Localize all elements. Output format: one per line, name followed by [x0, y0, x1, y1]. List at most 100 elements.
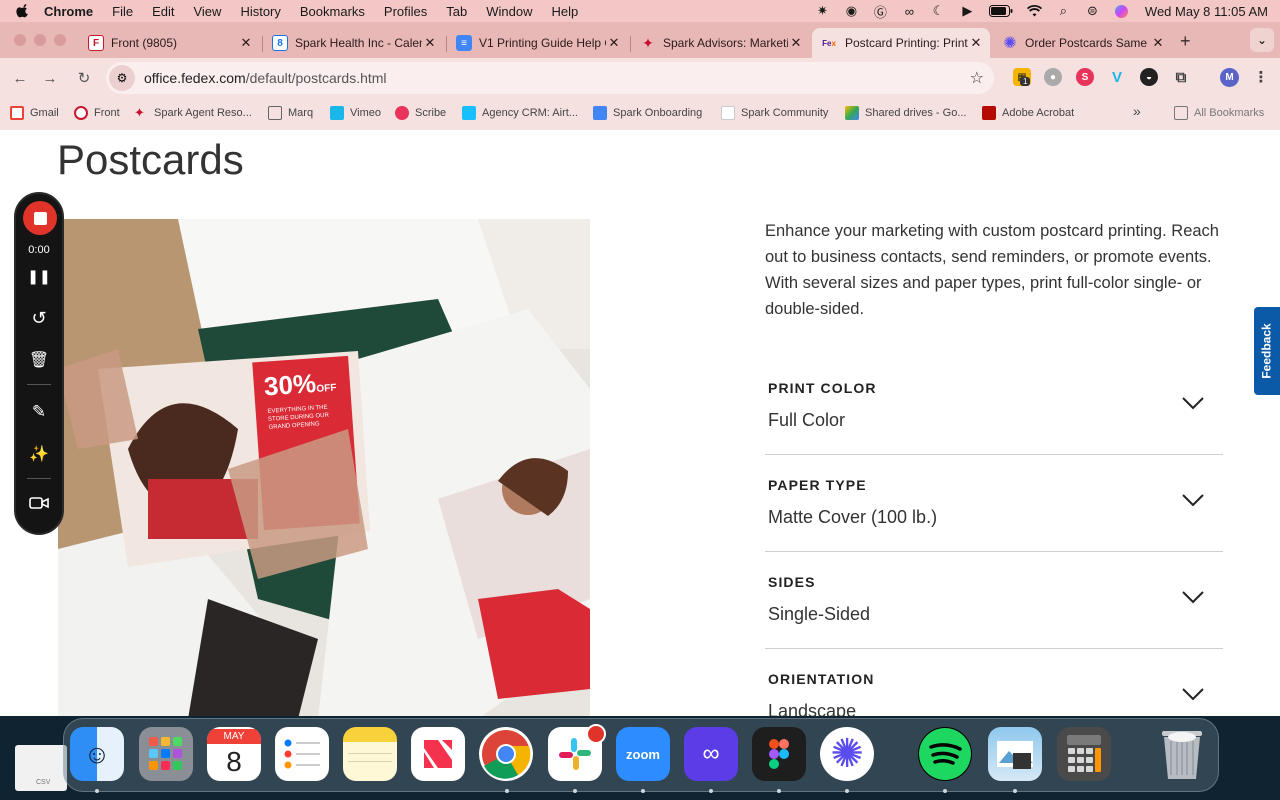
extension-dark-icon[interactable]: ◒ [1140, 68, 1158, 86]
news-icon[interactable] [411, 727, 465, 781]
feedback-tab[interactable]: Feedback [1254, 307, 1280, 395]
maximize-window-button[interactable] [54, 34, 66, 46]
close-icon[interactable]: ✕ [606, 35, 622, 51]
tab-calendar[interactable]: 8 Spark Health Inc - Calendar ✕ [264, 28, 444, 58]
chevron-down-icon[interactable] [1181, 590, 1205, 604]
zoom-icon[interactable]: zoom [616, 727, 670, 781]
bookmark-star-icon[interactable]: ☆ [970, 68, 984, 88]
clock[interactable]: Wed May 8 11:05 AM [1145, 4, 1268, 19]
vimeo-extension-icon[interactable]: V [1108, 68, 1126, 86]
spotify-icon[interactable] [918, 727, 972, 781]
moon-icon[interactable]: ☾ [931, 3, 946, 19]
stop-recording-button[interactable] [23, 201, 57, 235]
grammarly-icon[interactable]: Ⓖ [873, 4, 888, 20]
orientation-dropdown[interactable]: ORIENTATION Landscape [765, 649, 1223, 716]
link-status-icon[interactable]: ∞ [902, 4, 917, 19]
profile-avatar[interactable]: M [1220, 68, 1239, 87]
address-bar[interactable]: ⚙ office.fedex.com/default/postcards.htm… [106, 62, 994, 94]
menu-view[interactable]: View [193, 4, 221, 19]
desktop-csv-file[interactable]: CSV [15, 745, 67, 791]
calculator-icon[interactable] [1057, 727, 1111, 781]
pencil-icon[interactable]: ✎ [16, 402, 62, 422]
menu-history[interactable]: History [240, 4, 280, 19]
reminders-icon[interactable] [275, 727, 329, 781]
trash-icon[interactable] [1155, 727, 1209, 781]
menu-tab[interactable]: Tab [446, 4, 467, 19]
pause-icon[interactable]: ❚❚ [16, 268, 62, 285]
menu-bookmarks[interactable]: Bookmarks [300, 4, 365, 19]
trash-icon[interactable]: 🗑 [16, 350, 62, 370]
back-button[interactable]: ← [8, 66, 32, 90]
close-icon[interactable]: ✕ [968, 35, 984, 51]
finder-icon[interactable]: ☺ [70, 727, 124, 781]
tab-printing-guide[interactable]: ≡ V1 Printing Guide Help Center ✕ [448, 28, 628, 58]
battery-icon[interactable] [988, 4, 1013, 19]
bookmarks-overflow-button[interactable]: » [1133, 103, 1141, 119]
calendar-app-icon[interactable]: MAY 8 [207, 727, 261, 781]
gear-status-icon[interactable]: ✷ [815, 3, 830, 19]
search-icon[interactable]: ⌕ [1056, 3, 1071, 19]
bookmark-gmail[interactable]: Gmail [10, 106, 59, 120]
chevron-down-icon[interactable] [1181, 493, 1205, 507]
play-status-icon[interactable]: ▶ [960, 3, 975, 19]
asterisk-icon: ✺ [1003, 35, 1017, 52]
close-window-button[interactable] [14, 34, 26, 46]
loom-icon[interactable]: ∞ [684, 727, 738, 781]
menu-window[interactable]: Window [486, 4, 532, 19]
preview-icon[interactable] [988, 727, 1042, 781]
figma-icon[interactable] [752, 727, 806, 781]
puzzle-icon[interactable]: ⧉ [1172, 68, 1190, 86]
bookmark-spark-agent[interactable]: ✦ Spark Agent Reso... [134, 106, 252, 120]
bookmark-front[interactable]: Front [74, 106, 120, 120]
effects-wand-icon[interactable]: ✨ [16, 444, 62, 464]
launchpad-icon[interactable] [139, 727, 193, 781]
close-icon[interactable]: ✕ [788, 35, 804, 51]
extension-grey-icon[interactable]: ● [1044, 68, 1062, 86]
forward-button[interactable]: → [38, 66, 62, 90]
menu-edit[interactable]: Edit [152, 4, 174, 19]
tab-order-postcards[interactable]: ✺ Order Postcards Same Day ✕ [994, 28, 1172, 58]
wifi-icon[interactable] [1026, 4, 1042, 19]
bookmark-vimeo[interactable]: Vimeo [330, 106, 381, 120]
siri-icon[interactable] [1114, 4, 1129, 19]
tab-search-button[interactable]: ⌄ [1250, 28, 1274, 52]
sides-dropdown[interactable]: SIDES Single-Sided [765, 552, 1223, 649]
bookmark-spark-community[interactable]: Spark Community [721, 106, 828, 120]
chrome-icon[interactable] [479, 727, 533, 781]
tab-postcard-printing[interactable]: Fe x Postcard Printing: Print ✕ [812, 28, 990, 58]
new-tab-button[interactable]: + [1180, 31, 1191, 52]
bookmark-scribe[interactable]: Scribe [395, 106, 446, 120]
close-icon[interactable]: ✕ [238, 35, 254, 51]
more-menu-icon[interactable]: ⋮ [1252, 68, 1270, 86]
tab-spark-advisors[interactable]: ✦ Spark Advisors: Marketing ✕ [632, 28, 810, 58]
notes-icon[interactable] [343, 727, 397, 781]
url-text[interactable]: office.fedex.com/default/postcards.html [144, 70, 387, 86]
scribe-extension-icon[interactable]: S [1076, 68, 1094, 86]
bookmark-spark-onboarding[interactable]: Spark Onboarding [593, 106, 702, 120]
close-icon[interactable]: ✕ [422, 35, 438, 51]
bookmark-adobe-acrobat[interactable]: Adobe Acrobat [982, 106, 1074, 120]
restart-icon[interactable]: ↺ [16, 308, 62, 329]
recorder-status-icon[interactable]: ◉ [844, 3, 859, 19]
paper-type-dropdown[interactable]: PAPER TYPE Matte Cover (100 lb.) [765, 455, 1223, 552]
menu-app-name[interactable]: Chrome [44, 4, 93, 19]
all-bookmarks-button[interactable]: All Bookmarks [1174, 106, 1264, 120]
control-center-icon[interactable]: ⊜ [1085, 3, 1100, 19]
chevron-down-icon[interactable] [1181, 396, 1205, 410]
minimize-window-button[interactable] [34, 34, 46, 46]
asterisk-app-icon[interactable]: ✺ [820, 727, 874, 781]
chevron-down-icon[interactable] [1181, 687, 1205, 701]
menu-profiles[interactable]: Profiles [384, 4, 427, 19]
apple-icon[interactable] [16, 4, 30, 18]
camera-icon[interactable] [16, 496, 62, 510]
menu-help[interactable]: Help [552, 4, 579, 19]
print-color-dropdown[interactable]: PRINT COLOR Full Color [765, 358, 1223, 455]
tab-front[interactable]: F Front (9805) ✕ [80, 28, 260, 58]
site-info-icon[interactable]: ⚙ [109, 65, 135, 91]
bookmark-shared-drives[interactable]: Shared drives - Go... [845, 106, 967, 120]
bookmark-marq[interactable]: Marq [268, 106, 313, 120]
close-icon[interactable]: ✕ [1150, 35, 1166, 51]
bookmark-agency-crm[interactable]: Agency CRM: Airt... [462, 106, 578, 120]
menu-file[interactable]: File [112, 4, 133, 19]
reload-button[interactable]: ↻ [72, 66, 96, 90]
